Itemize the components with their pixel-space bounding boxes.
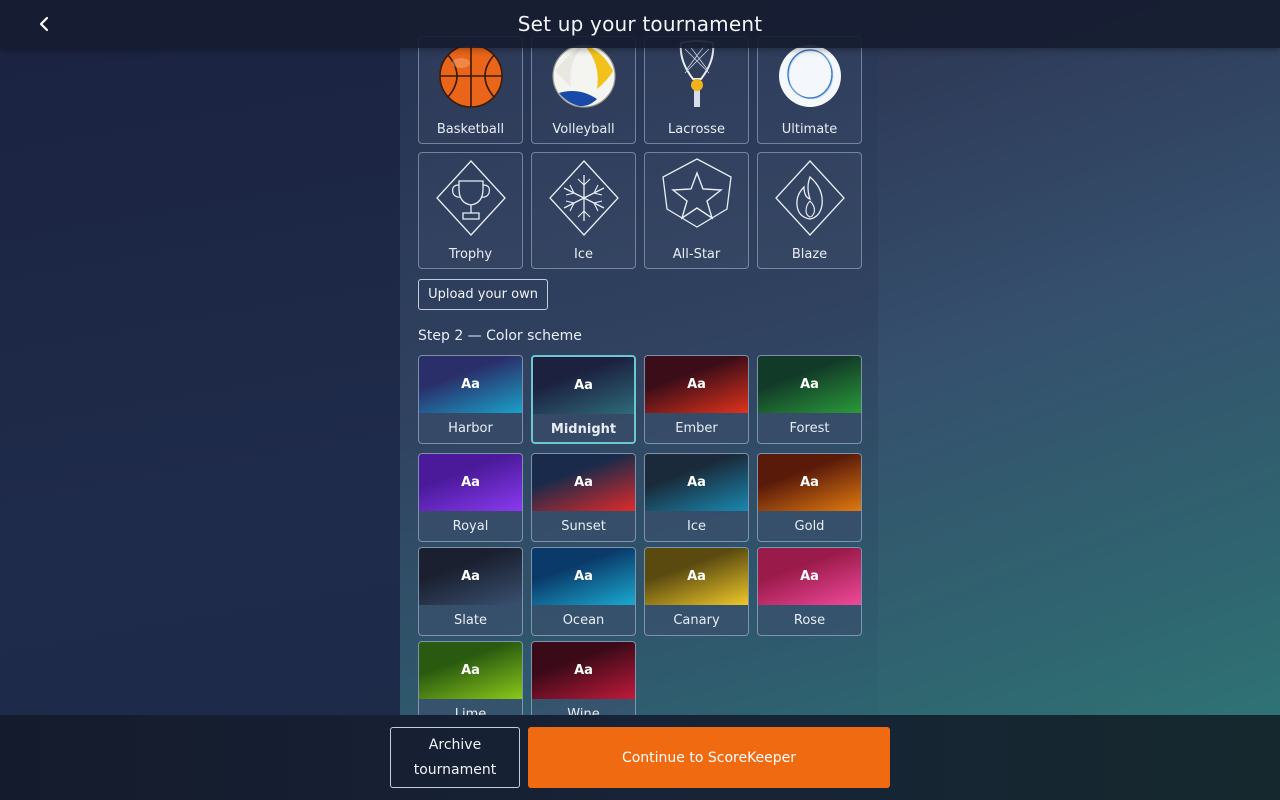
icon-tile-ice[interactable]: Ice (531, 152, 636, 269)
top-bar: Set up your tournament (0, 0, 1280, 48)
scheme-name: Forest (789, 420, 830, 436)
footer-bar: Archive tournament Continue to ScoreKeep… (0, 715, 1280, 800)
color-scheme-sunset[interactable]: Aa Sunset (531, 453, 636, 542)
color-scheme-slate[interactable]: Aa Slate (418, 547, 523, 636)
icon-tile-lacrosse[interactable]: Lacrosse (644, 36, 749, 144)
color-scheme-forest[interactable]: Aa Forest (757, 355, 862, 444)
background-left (0, 0, 400, 800)
color-scheme-heading: Step 2 — Color scheme (418, 328, 582, 344)
scheme-preview: Aa (419, 548, 522, 605)
tile-label: Basketball (436, 122, 505, 137)
star-icon (661, 158, 732, 228)
continue-button[interactable]: Continue to ScoreKeeper (528, 727, 890, 788)
scheme-name: Ember (675, 420, 718, 436)
volleyball-icon (551, 44, 616, 108)
archive-tournament-button[interactable]: Archive tournament (390, 727, 520, 788)
scheme-preview: Aa (758, 548, 861, 605)
color-scheme-midnight[interactable]: Aa Midnight (531, 355, 636, 444)
color-scheme-ember[interactable]: Aa Ember (644, 355, 749, 444)
scheme-preview: Aa (419, 454, 522, 511)
color-scheme-harbor[interactable]: Aa Harbor (418, 355, 523, 444)
lacrosse-icon (679, 40, 714, 107)
scheme-preview: Aa (532, 548, 635, 605)
tile-label: Blaze (791, 247, 828, 262)
scheme-preview: Aa (758, 356, 861, 413)
scheme-preview: Aa (532, 642, 635, 699)
icon-tile-trophy[interactable]: Trophy (418, 152, 523, 269)
archive-label-line2: tournament (413, 761, 497, 778)
scheme-name: Gold (794, 518, 825, 534)
scheme-preview: Aa (645, 454, 748, 511)
tile-label: Trophy (448, 247, 493, 262)
color-scheme-royal[interactable]: Aa Royal (418, 453, 523, 542)
scheme-preview: Aa (532, 454, 635, 511)
color-scheme-rose[interactable]: Aa Rose (757, 547, 862, 636)
page-title: Set up your tournament (517, 12, 763, 36)
icon-tile-blaze[interactable]: Blaze (757, 152, 862, 269)
scheme-preview: Aa (419, 642, 522, 699)
icon-tile-ultimate[interactable]: Ultimate (757, 36, 862, 144)
flame-icon (774, 160, 845, 236)
tile-label: Ice (574, 247, 593, 262)
scheme-preview: Aa (419, 356, 522, 413)
snowflake-icon (548, 160, 619, 236)
scheme-name: Midnight (550, 421, 617, 437)
scheme-name: Canary (673, 612, 720, 628)
scheme-preview: Aa (533, 357, 634, 414)
tile-label: Volleyball (552, 122, 615, 137)
color-scheme-gold[interactable]: Aa Gold (757, 453, 862, 542)
scheme-name: Sunset (561, 518, 606, 534)
icon-tile-basketball[interactable]: Basketball (418, 36, 523, 144)
scheme-preview: Aa (645, 548, 748, 605)
scheme-name: Ice (687, 518, 706, 534)
upload-icon-button[interactable]: Upload your own (418, 279, 548, 310)
scheme-preview: Aa (645, 356, 748, 413)
color-scheme-ice[interactable]: Aa Ice (644, 453, 749, 542)
chevron-left-icon (39, 16, 49, 32)
back-button[interactable] (30, 10, 58, 38)
tile-label: All-Star (672, 247, 721, 262)
scheme-name: Rose (793, 612, 826, 628)
basketball-icon (438, 44, 503, 108)
tile-label: Ultimate (781, 122, 838, 137)
disc-icon (778, 45, 841, 107)
color-scheme-ocean[interactable]: Aa Ocean (531, 547, 636, 636)
scheme-name: Ocean (562, 612, 605, 628)
background-right (878, 0, 1280, 800)
icon-tile-all-star[interactable]: All-Star (644, 152, 749, 269)
scheme-name: Slate (454, 612, 487, 628)
scheme-preview: Aa (758, 454, 861, 511)
color-scheme-canary[interactable]: Aa Canary (644, 547, 749, 636)
archive-label-line1: Archive (428, 736, 482, 753)
tile-label: Lacrosse (668, 122, 725, 137)
icon-tile-volleyball[interactable]: Volleyball (531, 36, 636, 144)
scheme-name: Harbor (448, 420, 493, 436)
trophy-icon (435, 160, 506, 236)
scheme-name: Royal (452, 518, 489, 534)
